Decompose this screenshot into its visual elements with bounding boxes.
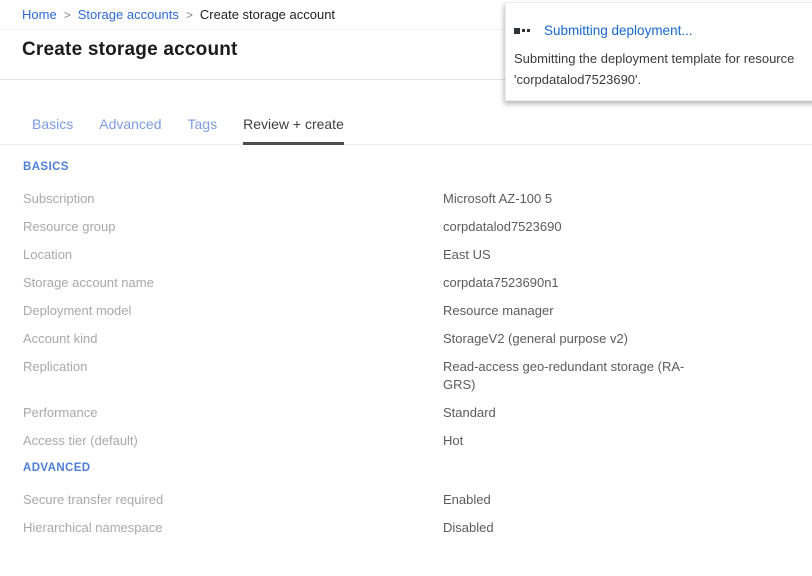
- review-value: Microsoft AZ-100 5: [443, 190, 695, 208]
- review-value: corpdatalod7523690: [443, 218, 695, 236]
- breadcrumb-separator: >: [64, 8, 71, 22]
- tab-tags[interactable]: Tags: [188, 116, 218, 142]
- tab-advanced[interactable]: Advanced: [99, 116, 161, 142]
- review-label: Subscription: [23, 190, 443, 208]
- review-row-replication: ReplicationRead-access geo-redundant sto…: [23, 358, 812, 394]
- review-row-hierarchical-namespace: Hierarchical namespaceDisabled: [23, 519, 812, 537]
- review-label: Access tier (default): [23, 432, 443, 450]
- tab-review-create[interactable]: Review + create: [243, 116, 344, 145]
- tab-bar: Basics Advanced Tags Review + create: [0, 116, 812, 145]
- toast-title-row: Submitting deployment...: [514, 23, 812, 38]
- review-row-storage-account-name: Storage account namecorpdata7523690n1: [23, 274, 812, 292]
- review-value: East US: [443, 246, 695, 264]
- review-value: Standard: [443, 404, 695, 422]
- tab-basics[interactable]: Basics: [32, 116, 73, 142]
- toast-title-link[interactable]: Submitting deployment...: [544, 23, 693, 38]
- review-row-account-kind: Account kindStorageV2 (general purpose v…: [23, 330, 812, 348]
- toast-body-line-2: 'corpdatalod7523690'.: [514, 69, 812, 90]
- review-row-subscription: SubscriptionMicrosoft AZ-100 5: [23, 190, 812, 208]
- section-header-advanced: ADVANCED: [23, 462, 812, 474]
- review-label: Replication: [23, 358, 443, 394]
- review-label: Hierarchical namespace: [23, 519, 443, 537]
- review-label: Location: [23, 246, 443, 264]
- deployment-progress-icon: [514, 28, 532, 34]
- review-content: BASICSSubscriptionMicrosoft AZ-100 5Reso…: [0, 161, 812, 537]
- breadcrumb-item-storage-accounts[interactable]: Storage accounts: [78, 7, 179, 22]
- review-value: Hot: [443, 432, 695, 450]
- review-row-resource-group: Resource groupcorpdatalod7523690: [23, 218, 812, 236]
- section-header-basics: BASICS: [23, 161, 812, 173]
- review-label: Deployment model: [23, 302, 443, 320]
- review-label: Performance: [23, 404, 443, 422]
- review-value: Read-access geo-redundant storage (RA-GR…: [443, 358, 695, 394]
- toast-body-line-1: Submitting the deployment template for r…: [514, 48, 812, 69]
- breadcrumb-separator: >: [186, 8, 193, 22]
- review-value: Enabled: [443, 491, 695, 509]
- review-row-location: LocationEast US: [23, 246, 812, 264]
- review-value: Resource manager: [443, 302, 695, 320]
- breadcrumb-item-home[interactable]: Home: [22, 7, 57, 22]
- review-label: Storage account name: [23, 274, 443, 292]
- review-value: Disabled: [443, 519, 695, 537]
- review-value: StorageV2 (general purpose v2): [443, 330, 695, 348]
- review-label: Resource group: [23, 218, 443, 236]
- review-row-deployment-model: Deployment modelResource manager: [23, 302, 812, 320]
- review-row-secure-transfer-required: Secure transfer requiredEnabled: [23, 491, 812, 509]
- review-value: corpdata7523690n1: [443, 274, 695, 292]
- review-label: Account kind: [23, 330, 443, 348]
- review-row-access-tier-default: Access tier (default)Hot: [23, 432, 812, 450]
- notification-toast: Submitting deployment... Submitting the …: [505, 2, 812, 101]
- breadcrumb-item-create-storage-account: Create storage account: [200, 7, 335, 22]
- review-label: Secure transfer required: [23, 491, 443, 509]
- review-row-performance: PerformanceStandard: [23, 404, 812, 422]
